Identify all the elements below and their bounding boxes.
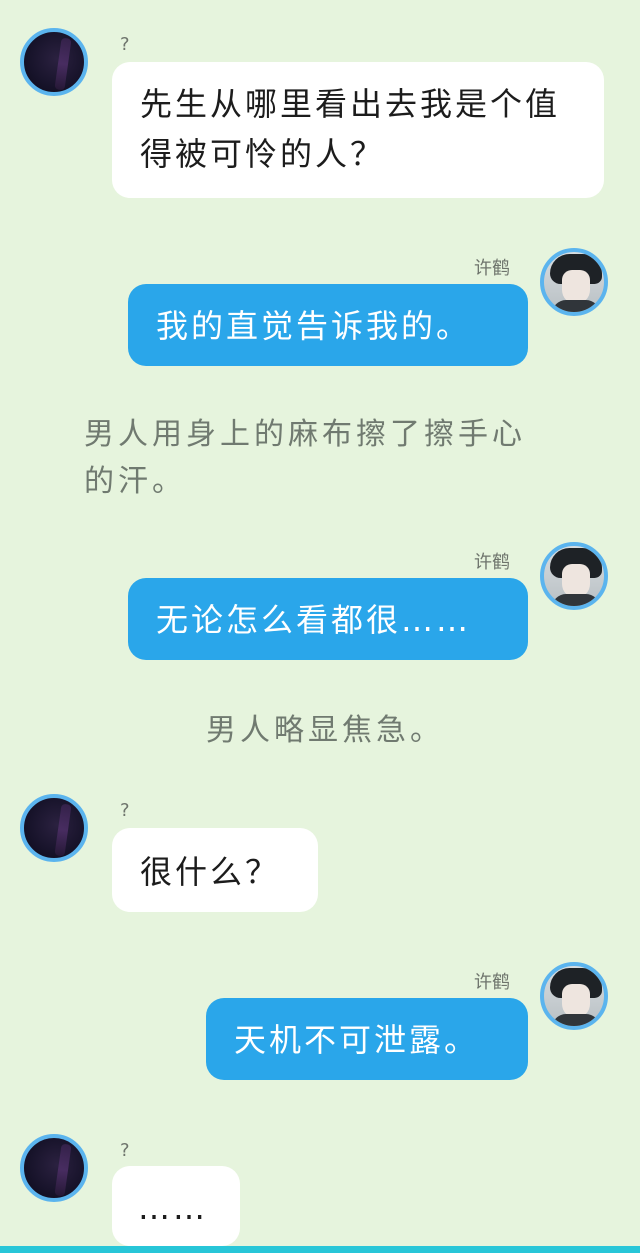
message-bubble[interactable]: 先生从哪里看出去我是个值得被可怜的人？ — [112, 62, 604, 198]
face-shape — [562, 270, 590, 304]
sender-avatar[interactable] — [540, 962, 608, 1030]
sender-name: ? — [120, 800, 130, 821]
sender-avatar[interactable] — [540, 248, 608, 316]
sender-name: 许鹤 — [474, 552, 510, 573]
narration-text: 男人略显焦急。 — [206, 713, 444, 748]
sender-name: 许鹤 — [474, 258, 510, 279]
message-bubble[interactable]: 天机不可泄露。 — [206, 998, 528, 1080]
message-bubble[interactable]: …… — [112, 1166, 240, 1246]
sender-name: ? — [120, 1140, 130, 1161]
message-text: 天机不可泄露。 — [234, 1021, 480, 1059]
message-text: 无论怎么看都很…… — [156, 601, 472, 639]
sender-avatar[interactable] — [20, 1134, 88, 1202]
narration-text: 男人用身上的麻布擦了擦手心的汗。 — [84, 417, 526, 499]
message-bubble[interactable]: 很什么？ — [112, 828, 318, 912]
face-shape — [562, 984, 590, 1018]
bottom-bar — [0, 1246, 640, 1253]
message-text: …… — [138, 1189, 208, 1227]
sender-avatar[interactable] — [20, 28, 88, 96]
sender-name: 许鹤 — [474, 972, 510, 993]
message-bubble[interactable]: 无论怎么看都很…… — [128, 578, 528, 660]
body-shape — [552, 594, 600, 606]
message-bubble[interactable]: 我的直觉告诉我的。 — [128, 284, 528, 366]
message-text: 我的直觉告诉我的。 — [156, 307, 472, 345]
sender-avatar[interactable] — [540, 542, 608, 610]
message-text: 很什么？ — [140, 853, 281, 891]
face-shape — [562, 564, 590, 598]
sender-avatar[interactable] — [20, 794, 88, 862]
body-shape — [552, 300, 600, 312]
body-shape — [552, 1014, 600, 1026]
message-text: 先生从哪里看出去我是个值得被可怜的人？ — [140, 85, 561, 173]
sender-name: ? — [120, 34, 130, 55]
